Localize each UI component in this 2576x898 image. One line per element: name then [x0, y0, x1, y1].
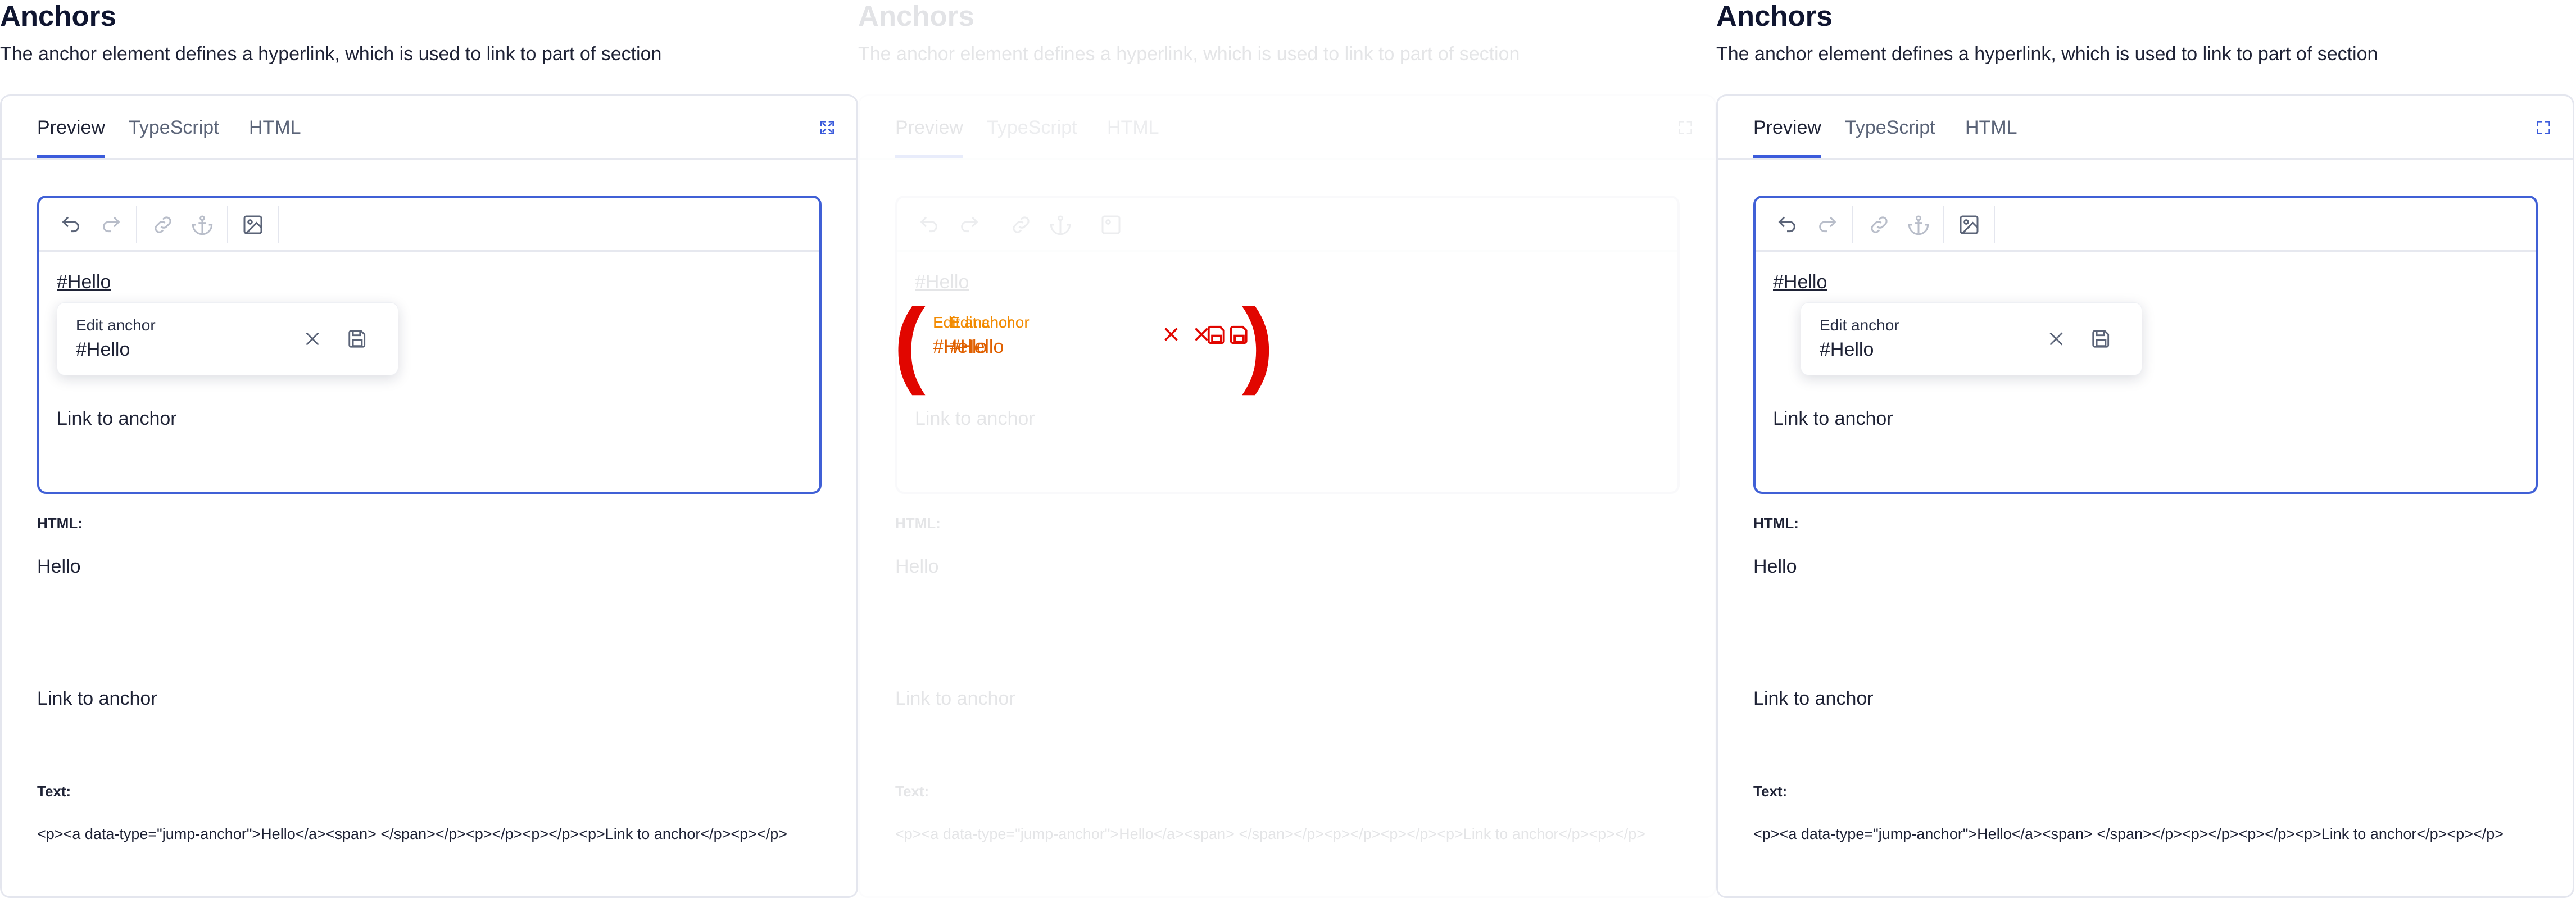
html-label: HTML:	[895, 515, 941, 532]
overlay-value: #Hello	[950, 336, 1004, 357]
tab-typescript[interactable]: TypeScript	[129, 116, 219, 158]
redo-icon[interactable]	[1814, 211, 1841, 238]
demo-panel-3: Anchors The anchor element defines a hyp…	[1716, 0, 2576, 898]
demo-card: Preview TypeScript HTML	[858, 94, 1716, 898]
left-bracket-marker: (	[894, 289, 926, 396]
tab-html[interactable]: HTML	[1965, 116, 2017, 158]
editor-paragraph: Link to anchor	[915, 408, 1035, 429]
anchor-icon[interactable]	[1047, 211, 1074, 238]
tab-html[interactable]: HTML	[1107, 116, 1159, 158]
page-subtitle: The anchor element defines a hyperlink, …	[858, 43, 1520, 65]
rich-text-editor[interactable]: #Hello Edit anchor #Hello Link to anchor	[37, 196, 822, 494]
text-output: <p><a data-type="jump-anchor">Hello</a><…	[37, 826, 788, 842]
save-icon	[1206, 324, 1227, 348]
expand-icon[interactable]	[1676, 119, 1694, 137]
editor-toolbar	[897, 198, 1677, 252]
close-icon[interactable]	[2043, 325, 2070, 352]
html-output-line: Hello	[37, 556, 81, 577]
html-label: HTML:	[1753, 515, 1799, 532]
demo-panel-2: Anchors The anchor element defines a hyp…	[858, 0, 1718, 898]
image-icon[interactable]	[1097, 211, 1124, 238]
popup-label: Edit anchor	[1820, 316, 1899, 334]
demo-panel-1: Anchors The anchor element defines a hyp…	[0, 0, 860, 898]
html-label: HTML:	[37, 515, 83, 532]
close-icon[interactable]	[299, 325, 326, 352]
toolbar-separator	[136, 206, 137, 243]
tab-typescript[interactable]: TypeScript	[987, 116, 1077, 158]
anchor-link[interactable]: #Hello	[57, 271, 111, 293]
save-icon	[1228, 324, 1250, 348]
html-output-line: Hello	[1753, 556, 1797, 577]
popup-highlight-overlay: ( ) Edit anchor Edit anchor #Hello #Hell…	[894, 289, 1304, 396]
tab-bar: Preview TypeScript HTML	[860, 96, 1715, 160]
tab-bar: Preview TypeScript HTML	[1718, 96, 2573, 160]
popup-label: Edit anchor	[76, 316, 156, 334]
rich-text-editor[interactable]: #Hello Edit anchor #Hello Link to anchor	[1753, 196, 2538, 494]
link-icon[interactable]	[1866, 211, 1893, 238]
expand-icon[interactable]	[818, 119, 836, 137]
tab-preview[interactable]: Preview	[37, 116, 105, 158]
page-subtitle: The anchor element defines a hyperlink, …	[0, 43, 662, 65]
close-icon	[1161, 324, 1181, 347]
image-icon[interactable]	[239, 211, 266, 238]
toolbar-separator	[227, 206, 228, 243]
tab-preview[interactable]: Preview	[1753, 116, 1821, 158]
tab-bar: Preview TypeScript HTML	[2, 96, 856, 160]
overlay-label: Edit anchor	[950, 314, 1030, 331]
editor-toolbar	[39, 198, 819, 252]
save-icon[interactable]	[2088, 325, 2115, 352]
link-icon[interactable]	[1008, 211, 1035, 238]
page-title: Anchors	[1716, 0, 1833, 32]
html-output-line: Link to anchor	[1753, 688, 1874, 709]
editor-toolbar	[1756, 198, 2536, 252]
editor-paragraph: Link to anchor	[1773, 408, 1893, 429]
edit-anchor-popup: Edit anchor #Hello	[57, 302, 398, 375]
tab-preview[interactable]: Preview	[895, 116, 963, 158]
demo-card: Preview TypeScript HTML	[1716, 94, 2574, 898]
anchor-link[interactable]: #Hello	[1773, 271, 1827, 293]
undo-icon[interactable]	[1774, 211, 1801, 238]
text-label: Text:	[1753, 783, 1788, 800]
text-label: Text:	[895, 783, 929, 800]
undo-icon[interactable]	[915, 211, 942, 238]
editor-paragraph: Link to anchor	[57, 408, 177, 429]
link-icon[interactable]	[149, 211, 176, 238]
html-output-line: Link to anchor	[895, 688, 1015, 709]
page-subtitle: The anchor element defines a hyperlink, …	[1716, 43, 2378, 65]
tab-typescript[interactable]: TypeScript	[1845, 116, 1935, 158]
toolbar-separator	[278, 206, 279, 243]
anchor-icon[interactable]	[1905, 211, 1932, 238]
anchor-input[interactable]: #Hello	[76, 339, 130, 361]
redo-icon[interactable]	[956, 211, 983, 238]
toolbar-separator	[1852, 206, 1853, 243]
anchor-icon[interactable]	[189, 211, 216, 238]
save-icon[interactable]	[344, 325, 371, 352]
text-output: <p><a data-type="jump-anchor">Hello</a><…	[1753, 826, 2504, 842]
edit-anchor-popup: Edit anchor #Hello	[1801, 302, 2142, 375]
redo-icon[interactable]	[98, 211, 125, 238]
toolbar-separator	[1943, 206, 1944, 243]
tab-html[interactable]: HTML	[249, 116, 301, 158]
demo-card: Preview TypeScript HTML	[0, 94, 858, 898]
page-title: Anchors	[858, 0, 974, 32]
text-label: Text:	[37, 783, 71, 800]
html-output-line: Link to anchor	[37, 688, 157, 709]
image-icon[interactable]	[1956, 211, 1983, 238]
toolbar-separator	[1994, 206, 1995, 243]
text-output: <p><a data-type="jump-anchor">Hello</a><…	[895, 826, 1646, 842]
expand-icon[interactable]	[2534, 119, 2552, 137]
anchor-input[interactable]: #Hello	[1820, 339, 1874, 361]
undo-icon[interactable]	[57, 211, 84, 238]
html-output-line: Hello	[895, 556, 939, 577]
page-title: Anchors	[0, 0, 116, 32]
